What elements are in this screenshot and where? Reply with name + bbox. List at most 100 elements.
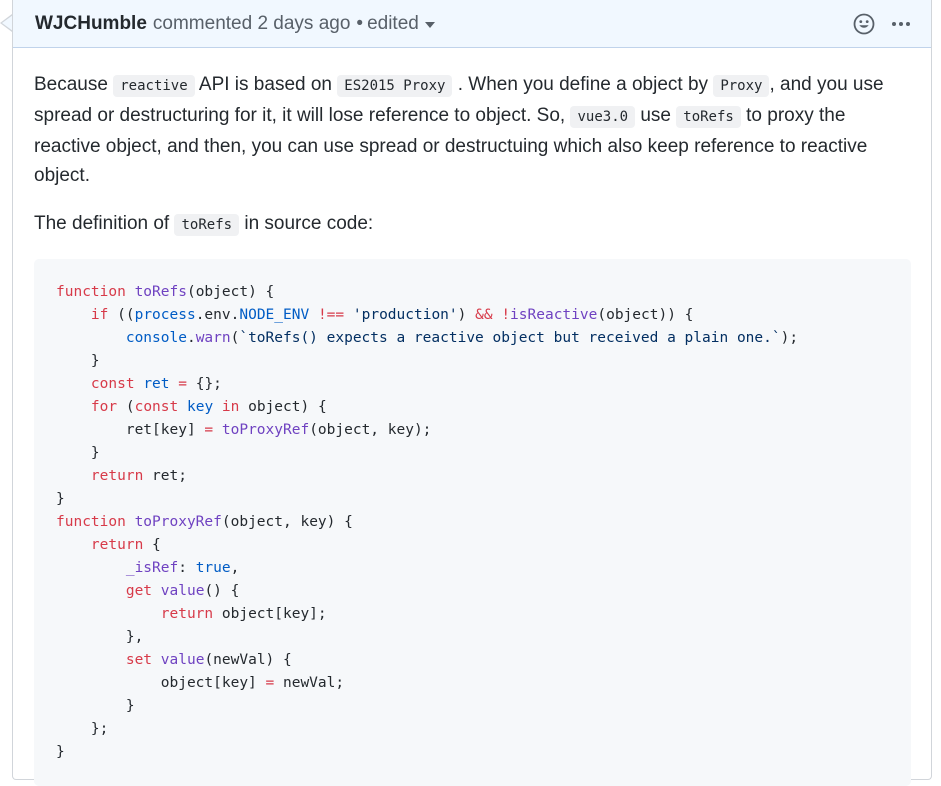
inline-code: Proxy <box>713 75 770 97</box>
code-token: isReactive <box>510 307 598 323</box>
smiley-icon[interactable] <box>853 13 875 35</box>
code-token: for <box>90 399 118 415</box>
code-token: in <box>221 399 240 415</box>
paragraph-definition: The definition of toRefs in source code: <box>34 209 911 240</box>
code-token: } <box>56 445 100 461</box>
text: The definition of <box>34 213 170 234</box>
code-line: if ((process.env.NODE_ENV !== 'productio… <box>56 304 889 327</box>
code-line: } <box>56 741 889 764</box>
code-token: return <box>90 537 144 553</box>
edited-dropdown[interactable]: edited <box>367 13 435 35</box>
code-line: } <box>56 488 889 511</box>
code-token: } <box>56 491 65 507</box>
code-token: `toRefs() expects a reactive object but … <box>239 330 781 346</box>
code-line: _isRef: true, <box>56 557 889 580</box>
code-token: function <box>56 284 126 300</box>
code-line: return { <box>56 534 889 557</box>
comment-timestamp[interactable]: commented 2 days ago <box>153 13 351 35</box>
comment-actions <box>853 13 911 35</box>
code-token: key <box>186 399 214 415</box>
code-token: ( <box>117 399 135 415</box>
code-token: }, <box>56 629 144 645</box>
code-token: !== <box>317 307 345 323</box>
comment-header: WJCHumble commented 2 days ago • edited <box>13 0 931 48</box>
code-token: (newVal) { <box>204 652 292 668</box>
code-token: NODE_ENV <box>239 307 310 323</box>
code-token: ret <box>143 376 170 392</box>
code-token: {}; <box>186 376 222 392</box>
code-token: ret; <box>143 468 187 484</box>
code-token: object[key] <box>56 675 266 691</box>
code-token: (object, key); <box>309 422 432 438</box>
code-line: set value(newVal) { <box>56 649 889 672</box>
inline-code: ES2015 Proxy <box>337 75 453 97</box>
code-token: () { <box>204 583 240 599</box>
comment-separator: • <box>356 12 364 34</box>
inline-code: vue3.0 <box>570 106 636 128</box>
code-token: return <box>90 468 144 484</box>
code-block[interactable]: function toRefs(object) { if ((process.e… <box>34 259 911 786</box>
code-token: } <box>56 698 135 714</box>
code-token: = <box>204 422 214 438</box>
code-token: (object)) { <box>597 307 694 323</box>
code-token: 'production' <box>352 307 458 323</box>
code-line: return object[key]; <box>56 603 889 626</box>
inline-code: toRefs <box>174 214 240 236</box>
code-token: = <box>178 376 187 392</box>
code-token: ); <box>780 330 799 346</box>
code-line: } <box>56 695 889 718</box>
code-token: if <box>90 307 109 323</box>
code-line: return ret; <box>56 465 889 488</box>
kebab-icon[interactable] <box>891 21 911 27</box>
code-token: toRefs <box>134 284 187 300</box>
comment-author-link[interactable]: WJCHumble <box>35 13 147 35</box>
text: . When you define a object by <box>457 74 709 95</box>
code-line: const ret = {}; <box>56 373 889 396</box>
code-line: object[key] = newVal; <box>56 672 889 695</box>
code-line: } <box>56 442 889 465</box>
code-line: console.warn(`toRefs() expects a reactiv… <box>56 327 889 350</box>
code-token: process <box>134 307 196 323</box>
text: Because <box>34 74 108 95</box>
code-token: ) <box>457 307 476 323</box>
code-token: object) { <box>239 399 327 415</box>
code-token: set <box>125 652 153 668</box>
code-token: warn <box>195 330 231 346</box>
code-token: ret[key] <box>56 422 205 438</box>
code-token: : <box>178 560 196 576</box>
code-token: object[key]; <box>213 606 327 622</box>
code-token: (object, key) { <box>221 514 353 530</box>
code-token: toProxyRef <box>134 514 222 530</box>
code-token: newVal; <box>274 675 345 691</box>
code-token: = <box>265 675 275 691</box>
code-token: , <box>230 560 240 576</box>
comment-body: Because reactive API is based on ES2015 … <box>13 48 931 786</box>
code-token: function <box>56 514 126 530</box>
inline-code: reactive <box>113 75 195 97</box>
code-token: get <box>125 583 153 599</box>
code-line: function toRefs(object) { <box>56 281 889 304</box>
code-token: toProxyRef <box>221 422 310 438</box>
code-token: . <box>186 330 196 346</box>
code-line: }; <box>56 718 889 741</box>
code-line: } <box>56 350 889 373</box>
comment-box: WJCHumble commented 2 days ago • edited <box>12 0 932 786</box>
code-token: (( <box>108 307 135 323</box>
